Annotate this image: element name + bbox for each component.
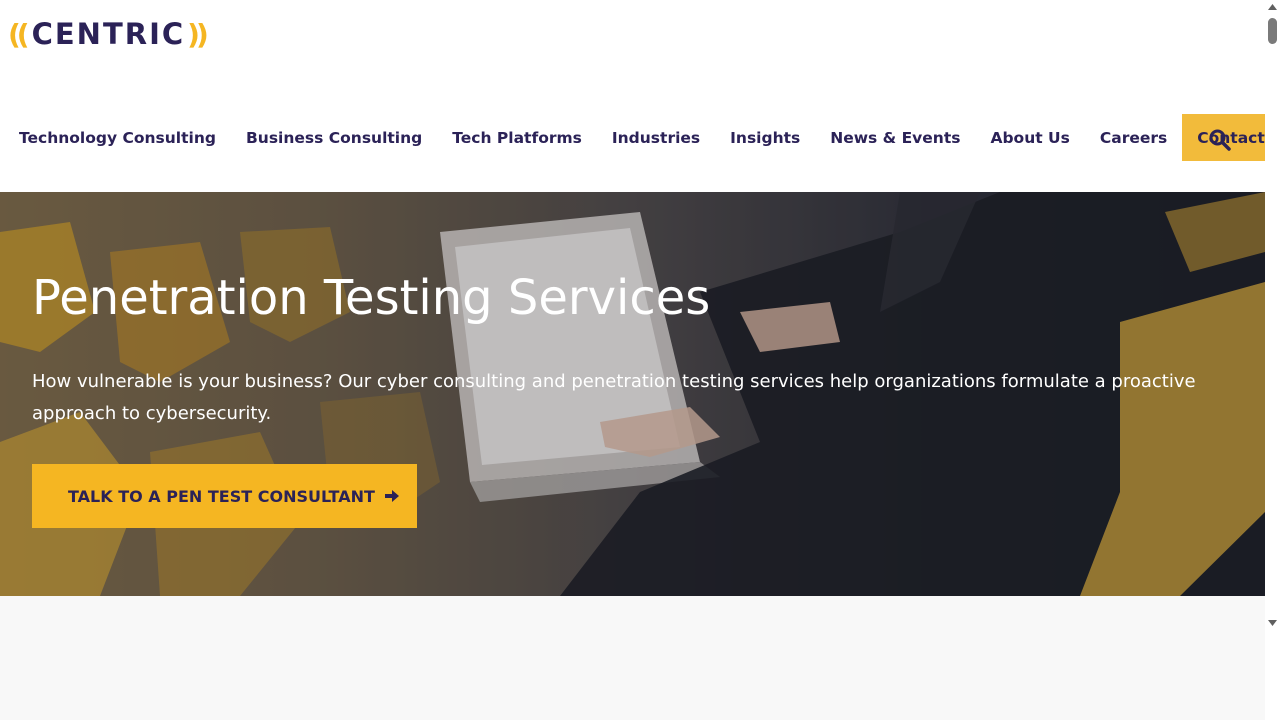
- search-button[interactable]: [1208, 128, 1232, 152]
- arrow-right-icon: [384, 490, 399, 502]
- hero-title: Penetration Testing Services: [32, 270, 711, 326]
- nav-item-business-consulting[interactable]: Business Consulting: [246, 114, 422, 161]
- page: (( CENTRIC )) Technology Consulting Busi…: [0, 0, 1280, 720]
- scroll-down-arrow-icon[interactable]: [1268, 619, 1277, 627]
- nav-item-about-us[interactable]: About Us: [990, 114, 1069, 161]
- logo-wordmark: CENTRIC: [31, 17, 186, 51]
- nav-item-careers[interactable]: Careers: [1100, 114, 1167, 161]
- search-icon: [1209, 129, 1231, 151]
- vertical-scrollbar[interactable]: [1265, 0, 1280, 720]
- main-nav: Technology Consulting Business Consultin…: [0, 114, 1280, 161]
- nav-item-technology-consulting[interactable]: Technology Consulting: [19, 114, 216, 161]
- scroll-thumb[interactable]: [1268, 18, 1277, 44]
- site-header: (( CENTRIC )) Technology Consulting Busi…: [0, 0, 1280, 192]
- talk-to-consultant-button[interactable]: TALK TO A PEN TEST CONSULTANT: [32, 464, 417, 528]
- nav-item-news-events[interactable]: News & Events: [830, 114, 960, 161]
- nav-item-insights[interactable]: Insights: [730, 114, 800, 161]
- cta-label: TALK TO A PEN TEST CONSULTANT: [68, 486, 375, 506]
- nav-item-industries[interactable]: Industries: [612, 114, 700, 161]
- scroll-up-arrow-icon[interactable]: [1268, 3, 1277, 11]
- centric-logo[interactable]: (( CENTRIC )): [8, 17, 209, 51]
- logo-paren-right: )): [187, 17, 209, 51]
- logo-paren-left: ((: [8, 17, 30, 51]
- nav-item-tech-platforms[interactable]: Tech Platforms: [452, 114, 582, 161]
- hero-description: How vulnerable is your business? Our cyb…: [32, 371, 1196, 424]
